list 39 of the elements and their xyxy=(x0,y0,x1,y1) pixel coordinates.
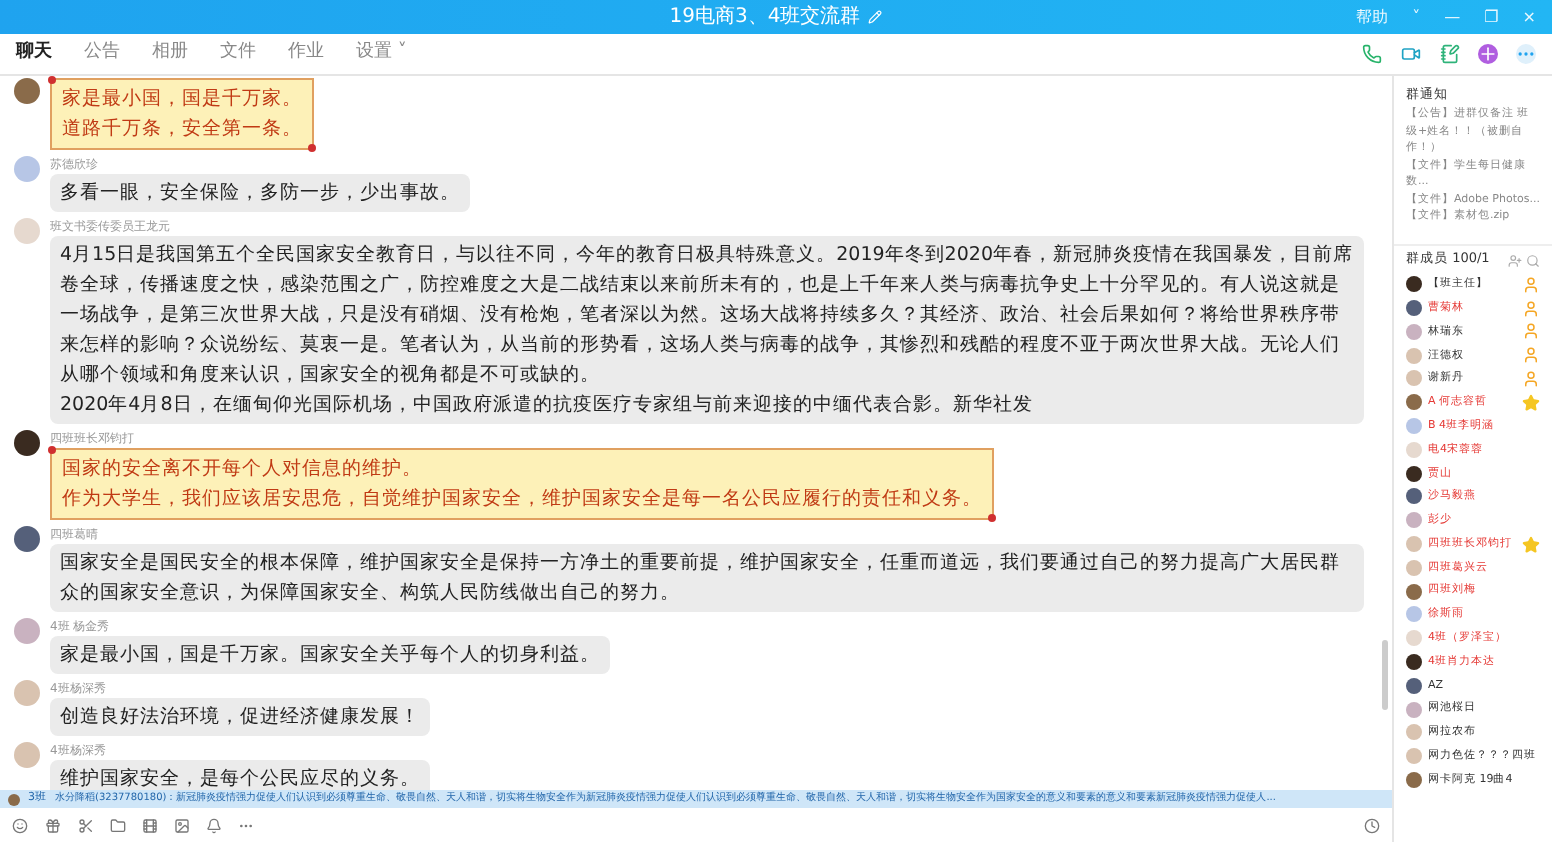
search-icon[interactable] xyxy=(1526,253,1540,267)
phone-icon[interactable] xyxy=(1362,44,1382,64)
avatar[interactable] xyxy=(14,526,40,552)
avatar[interactable] xyxy=(14,430,40,456)
message-text: 2020年4月8日，在缅甸仰光国际机场，中国政府派遣的抗疫医疗专家组与前来迎接的中缅代表合影。新华社发 xyxy=(60,392,1035,420)
message-text: 家是最小国，国是千万家。 xyxy=(62,86,302,114)
message-text: 作为大学生，我们应该居安思危，自觉维护国家安全，维护国家安全是每一名公民应履行的责任和义务。 xyxy=(62,486,982,514)
tab[interactable]: 聊天 xyxy=(16,40,52,68)
edit-icon[interactable] xyxy=(868,10,883,24)
avatar xyxy=(8,793,20,805)
message-text: 国家安全是国民安全的根本保障，维护国家安全是保持一方净土的重要前提，维护国家安全，任重而道远，我们要通过自己的努力提高广大居民群众的国家安全意识，为保障国家安全、构筑人民防线做出自己的努力。 xyxy=(60,550,1342,608)
notebook-icon[interactable] xyxy=(1440,44,1460,64)
tab[interactable]: 作业 xyxy=(288,40,324,68)
folder-icon[interactable] xyxy=(110,817,126,833)
window-control[interactable]: 帮助 xyxy=(1356,9,1389,25)
plus-icon[interactable] xyxy=(1478,44,1498,64)
film-icon[interactable] xyxy=(142,817,158,833)
emoji-icon[interactable] xyxy=(12,817,28,833)
window-control[interactable]: ˅ xyxy=(1412,9,1421,25)
message-text: 国家的安全离不开每个人对信息的维护。 xyxy=(62,456,424,484)
image-icon[interactable] xyxy=(174,817,190,833)
scrollbar[interactable] xyxy=(1382,640,1388,710)
window-title: 19电商3、4班交流群 xyxy=(669,3,861,32)
clock-icon[interactable] xyxy=(1364,817,1380,833)
message-text: 维护国家安全，是每个公民应尽的义务。 xyxy=(60,766,420,790)
tab[interactable]: 文件 xyxy=(220,40,256,68)
add-member-icon[interactable] xyxy=(1508,253,1522,267)
message-text: 道路千万条，安全第一条。 xyxy=(62,116,302,144)
message-text: 4月15日是我国第五个全民国家安全教育日，与以往不同，今年的教育日极具特殊意义。2019年冬到2020年春，新冠肺炎疫情在我国暴发，目前席卷全球，传播速度之快，感染范围之广，防控难度之大是二战结束以来前所未有的，也是上千年来人类与病毒抗争史上十分罕见的。有人说这就是一场战争，是第三次世界大战，只是没有硝烟、没有枪炮，笔者深以为然。这场大战将持续多久？其经济、政治、社会后果如何？将给世界秩序带来怎样的影响？众说纷纭、莫衷一是。笔者认为，从当前的形势看，这场人类与病毒的战争，其惨烈和残酷的程度不亚于两次世界大战。无论人们从哪个领域和角度来认识，国家安全的视角都是不可或缺的。 xyxy=(60,241,1354,390)
tab[interactable]: 相册 xyxy=(152,40,188,68)
scissors-icon[interactable] xyxy=(78,817,94,833)
message-text: 多看一眼，安全保险，多防一步，少出事故。 xyxy=(60,180,460,208)
bell-icon[interactable] xyxy=(206,817,222,833)
message-text: 创造良好法治环境，促进经济健康发展！ xyxy=(60,704,420,732)
tab[interactable]: 设置 ˅ xyxy=(356,40,407,68)
more-icon[interactable] xyxy=(1516,44,1536,64)
message-text: 家是最小国，国是千万家。国家安全关乎每个人的切身利益。 xyxy=(60,642,600,670)
tab[interactable]: 公告 xyxy=(84,40,120,68)
video-icon[interactable] xyxy=(1400,44,1422,64)
